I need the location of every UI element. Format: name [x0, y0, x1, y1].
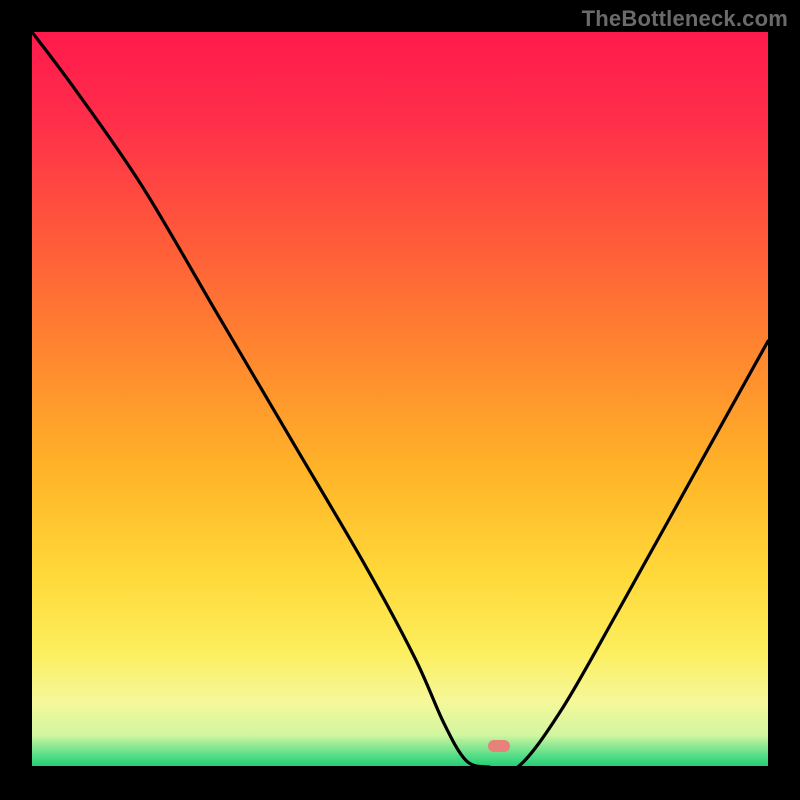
- background-heatmap-gradient: [32, 32, 768, 768]
- plot-area: [32, 32, 768, 768]
- optimal-point-marker: [488, 740, 510, 752]
- chart-frame: TheBottleneck.com: [0, 0, 800, 800]
- watermark-text: TheBottleneck.com: [582, 6, 788, 32]
